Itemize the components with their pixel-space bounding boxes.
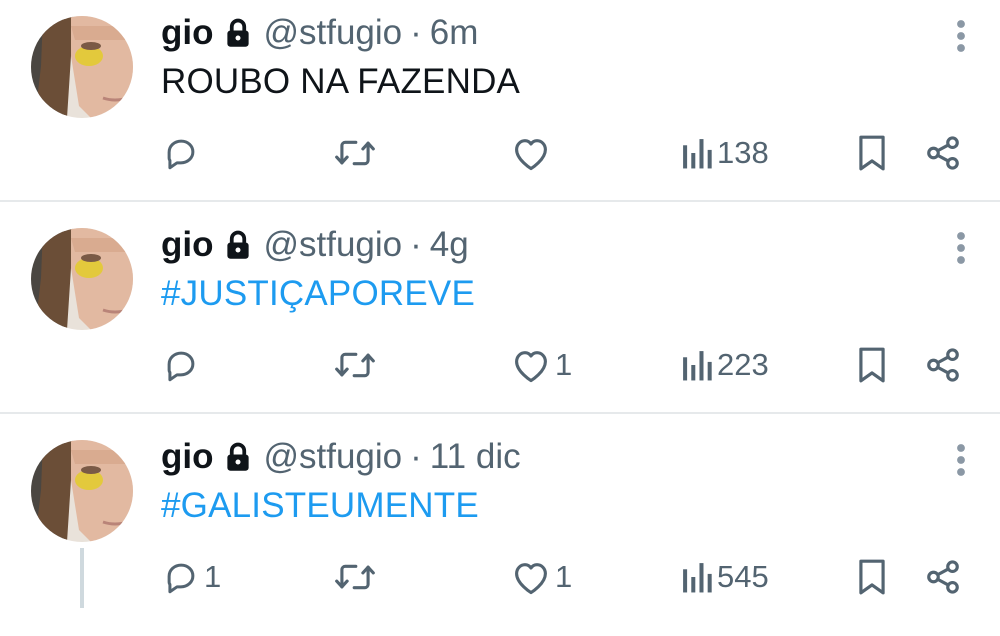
retweet-icon (333, 559, 377, 595)
like-button[interactable]: 1 (511, 552, 572, 602)
tweet-actions: 1 223 (0, 340, 1000, 390)
username[interactable]: @stfugio (263, 225, 402, 265)
bookmark-button[interactable] (856, 552, 888, 602)
lock-icon (225, 230, 251, 260)
lock-icon (225, 18, 251, 48)
tweet-text: ROUBO NA FAZENDA (161, 62, 521, 101)
tweet: gio @stfugio · 6m ROUBO NA FAZENDA 138 (0, 0, 1000, 212)
views-button[interactable]: 223 (681, 340, 769, 390)
like-count: 1 (555, 559, 573, 594)
views-button[interactable]: 138 (681, 128, 769, 178)
display-name[interactable]: gio (161, 13, 213, 53)
retweet-button[interactable] (333, 340, 377, 390)
retweet-button[interactable] (333, 552, 377, 602)
timestamp[interactable]: 6m (430, 13, 479, 53)
bookmark-icon (856, 134, 888, 172)
retweet-icon (333, 135, 377, 171)
username[interactable]: @stfugio (263, 437, 402, 477)
share-icon (924, 346, 962, 384)
bookmark-icon (856, 346, 888, 384)
display-name[interactable]: gio (161, 225, 213, 265)
lock-icon (225, 442, 251, 472)
more-options-button[interactable] (948, 18, 974, 54)
avatar[interactable] (31, 228, 133, 330)
tweet-header: gio @stfugio · 11 dic (161, 434, 521, 480)
divider (0, 200, 1000, 202)
share-icon (924, 134, 962, 172)
share-button[interactable] (924, 128, 962, 178)
bar-chart-icon (681, 348, 713, 382)
tweet: gio @stfugio · 11 dic #GALISTEUMENTE 1 1 545 (0, 424, 1000, 636)
bookmark-icon (856, 558, 888, 596)
hashtag-link[interactable]: #GALISTEUMENTE (161, 486, 479, 526)
like-count: 1 (555, 347, 573, 382)
views-button[interactable]: 545 (681, 552, 769, 602)
username[interactable]: @stfugio (263, 13, 402, 53)
views-count: 223 (717, 347, 769, 382)
tweet-header: gio @stfugio · 4g (161, 222, 469, 268)
share-button[interactable] (924, 552, 962, 602)
hashtag-link[interactable]: #JUSTIÇAPOREVE (161, 274, 475, 314)
reply-button[interactable] (162, 128, 200, 178)
reply-button[interactable]: 1 (162, 552, 221, 602)
vertical-ellipsis-icon (948, 444, 974, 482)
speech-bubble-icon (162, 134, 200, 172)
timestamp[interactable]: 11 dic (430, 437, 521, 477)
more-options-button[interactable] (948, 442, 974, 478)
retweet-button[interactable] (333, 128, 377, 178)
heart-icon (511, 347, 551, 383)
tweet: gio @stfugio · 4g #JUSTIÇAPOREVE 1 223 (0, 212, 1000, 424)
reply-button[interactable] (162, 340, 200, 390)
avatar[interactable] (31, 440, 133, 542)
vertical-ellipsis-icon (948, 232, 974, 270)
bar-chart-icon (681, 136, 713, 170)
tweet-actions: 1 1 545 (0, 552, 1000, 602)
bar-chart-icon (681, 560, 713, 594)
views-count: 545 (717, 559, 769, 594)
like-button[interactable] (511, 128, 551, 178)
tweet-header: gio @stfugio · 6m (161, 10, 478, 56)
display-name[interactable]: gio (161, 437, 213, 477)
tweet-actions: 138 (0, 128, 1000, 178)
thread-line (80, 548, 84, 608)
bookmark-button[interactable] (856, 128, 888, 178)
timestamp[interactable]: 4g (430, 225, 469, 265)
share-icon (924, 558, 962, 596)
heart-icon (511, 559, 551, 595)
like-button[interactable]: 1 (511, 340, 572, 390)
retweet-icon (333, 347, 377, 383)
divider (0, 412, 1000, 414)
avatar[interactable] (31, 16, 133, 118)
speech-bubble-icon (162, 558, 200, 596)
bookmark-button[interactable] (856, 340, 888, 390)
separator: · (410, 437, 422, 476)
views-count: 138 (717, 135, 769, 170)
vertical-ellipsis-icon (948, 20, 974, 58)
separator: · (410, 13, 422, 52)
separator: · (410, 225, 422, 264)
heart-icon (511, 135, 551, 171)
share-button[interactable] (924, 340, 962, 390)
reply-count: 1 (204, 559, 222, 594)
speech-bubble-icon (162, 346, 200, 384)
more-options-button[interactable] (948, 230, 974, 266)
